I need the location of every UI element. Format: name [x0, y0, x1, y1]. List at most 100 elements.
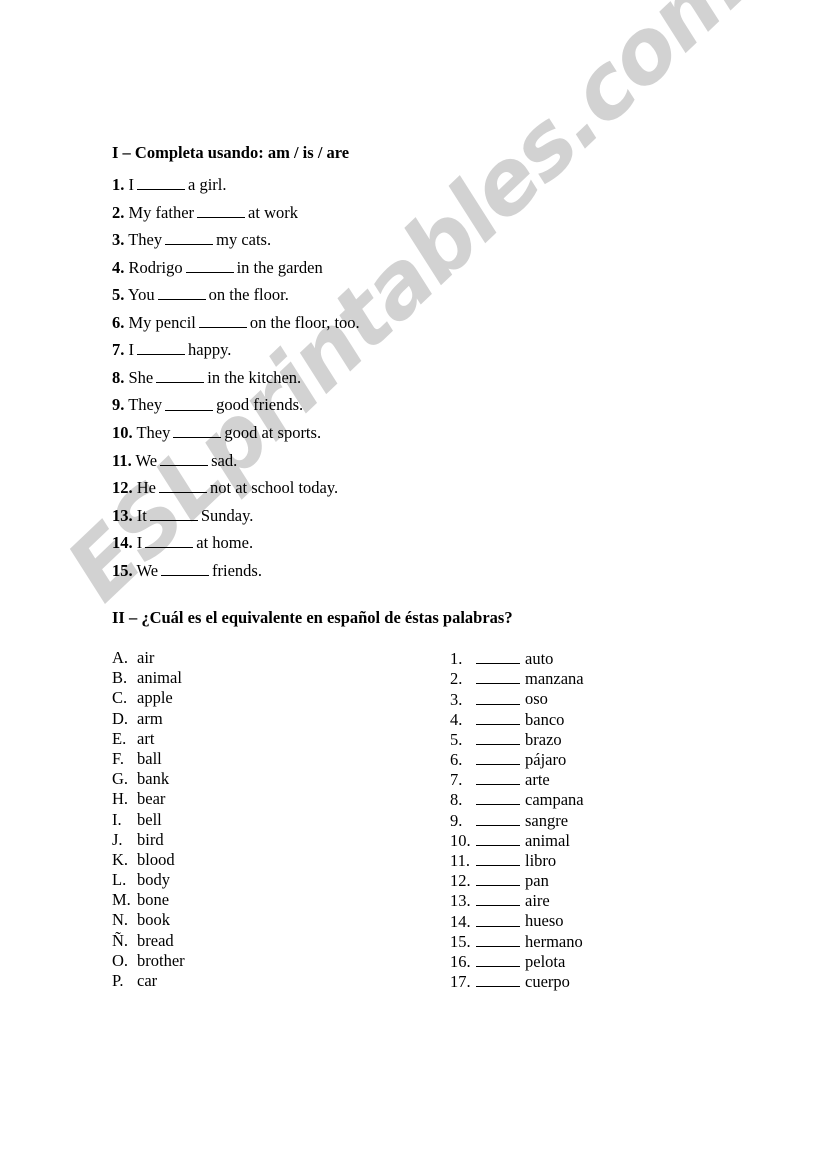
english-word: arm: [137, 708, 163, 728]
match-answer-blank[interactable]: [476, 668, 520, 685]
answer-blank[interactable]: [137, 339, 185, 356]
english-word: animal: [137, 668, 182, 688]
answer-blank[interactable]: [197, 202, 246, 218]
english-word: brother: [137, 950, 185, 970]
sentence-number: 13.: [112, 505, 133, 525]
match-answer-blank[interactable]: [476, 709, 520, 725]
spanish-word-item: 4. banco: [450, 709, 584, 729]
section-one-heading: I – Completa usando: am / is / are: [112, 143, 350, 162]
sentence-text-before: She: [124, 368, 154, 388]
spanish-word-item: 11. libro: [450, 850, 584, 870]
match-answer-blank[interactable]: [476, 769, 520, 786]
answer-blank[interactable]: [149, 505, 198, 521]
spanish-word: pan: [525, 871, 549, 891]
english-word-item: C. apple: [112, 688, 185, 708]
english-word-item: Ñ. bread: [112, 931, 185, 951]
fill-blank-sentence: 4. Rodrigo in the garden: [112, 257, 323, 278]
english-word-item: H. bear: [112, 789, 185, 809]
sentence-text-after: on the floor.: [208, 285, 289, 305]
answer-blank[interactable]: [185, 257, 234, 273]
word-letter: G.: [112, 769, 129, 789]
english-word-list: A. air B. animal C. apple D. arm E. art F. ball G. ba…: [112, 648, 185, 991]
item-number: 13.: [450, 891, 471, 911]
answer-blank[interactable]: [165, 394, 214, 411]
answer-blank[interactable]: [173, 422, 222, 439]
match-answer-blank[interactable]: [476, 789, 520, 806]
spanish-word: sangre: [525, 810, 569, 830]
fill-blank-sentence: 3. They my cats.: [112, 229, 271, 250]
item-number: 7.: [450, 770, 463, 790]
english-word: blood: [137, 849, 175, 869]
english-word-item: N. book: [112, 910, 185, 930]
match-answer-blank[interactable]: [476, 931, 520, 947]
match-answer-blank[interactable]: [476, 951, 520, 967]
match-answer-blank[interactable]: [476, 830, 520, 846]
spanish-word-item: 13. aire: [450, 890, 584, 910]
word-letter: O.: [112, 950, 129, 970]
sentence-text-before: Rodrigo: [124, 257, 183, 277]
sentence-text-after: friends.: [212, 560, 262, 580]
spanish-word-item: 12. pan: [450, 870, 584, 890]
answer-blank[interactable]: [157, 284, 206, 301]
item-number: 1.: [450, 649, 463, 669]
sentence-text-before: He: [132, 478, 156, 498]
answer-blank[interactable]: [198, 312, 247, 328]
worksheet-content: I – Completa usando: am / is / are 1. Ia…: [0, 0, 821, 1169]
item-number: 11.: [450, 851, 471, 871]
sentence-text-before: They: [132, 423, 171, 443]
sentence-text-after: at home.: [196, 533, 254, 553]
sentence-number: 1.: [112, 175, 125, 195]
english-word: apple: [137, 688, 173, 708]
item-number: 3.: [450, 689, 463, 709]
match-answer-blank[interactable]: [476, 810, 520, 826]
english-word-item: K. blood: [112, 850, 185, 870]
spanish-word: manzana: [525, 669, 584, 689]
item-number: 8.: [450, 790, 463, 810]
spanish-word-item: 3. oso: [450, 688, 584, 709]
english-word: bone: [137, 890, 170, 910]
spanish-word: pájaro: [525, 750, 567, 770]
sentence-text-before: My pencil: [124, 312, 196, 332]
sentence-number: 9.: [112, 395, 125, 415]
sentence-text-before: I: [124, 340, 135, 360]
answer-blank[interactable]: [160, 450, 209, 466]
english-word: car: [137, 971, 158, 990]
answer-blank[interactable]: [161, 560, 210, 576]
match-answer-blank[interactable]: [476, 971, 520, 988]
match-answer-blank[interactable]: [476, 870, 520, 887]
item-number: 12.: [450, 871, 471, 891]
match-answer-blank[interactable]: [476, 749, 520, 766]
word-letter: N.: [112, 910, 129, 930]
answer-blank[interactable]: [145, 532, 194, 549]
spanish-word-item: 7. arte: [450, 769, 584, 789]
match-answer-blank[interactable]: [476, 850, 520, 867]
match-answer-blank[interactable]: [476, 890, 520, 907]
spanish-word: banco: [525, 709, 565, 729]
spanish-word-item: 2. manzana: [450, 668, 584, 688]
sentence-text-before: You: [124, 285, 155, 305]
match-answer-blank[interactable]: [476, 910, 520, 927]
spanish-word-item: 1. auto: [450, 648, 584, 668]
word-letter: K.: [112, 849, 129, 869]
fill-blank-sentence: 2. My father at work: [112, 202, 298, 223]
match-answer-blank[interactable]: [476, 729, 520, 745]
spanish-word-item: 17. cuerpo: [450, 971, 584, 991]
sentence-text-after: in the kitchen.: [207, 368, 302, 388]
spanish-word-item: 15. hermano: [450, 931, 584, 951]
spanish-word: animal: [525, 830, 570, 850]
fill-blank-sentence: 15. We friends.: [112, 560, 262, 581]
spanish-word: hermano: [525, 931, 583, 951]
english-word: book: [137, 910, 170, 930]
spanish-word-item: 8. campana: [450, 789, 584, 809]
sentence-text-before: They: [124, 230, 163, 250]
answer-blank[interactable]: [156, 367, 205, 384]
match-answer-blank[interactable]: [476, 648, 520, 665]
answer-blank[interactable]: [165, 229, 214, 246]
english-word-item: B. animal: [112, 668, 185, 688]
sentence-number: 14.: [112, 533, 133, 553]
sentence-text-before: I: [132, 533, 143, 553]
match-answer-blank[interactable]: [476, 688, 520, 705]
sentence-text-after: good friends.: [216, 395, 304, 415]
answer-blank[interactable]: [159, 477, 207, 494]
answer-blank[interactable]: [137, 174, 185, 191]
